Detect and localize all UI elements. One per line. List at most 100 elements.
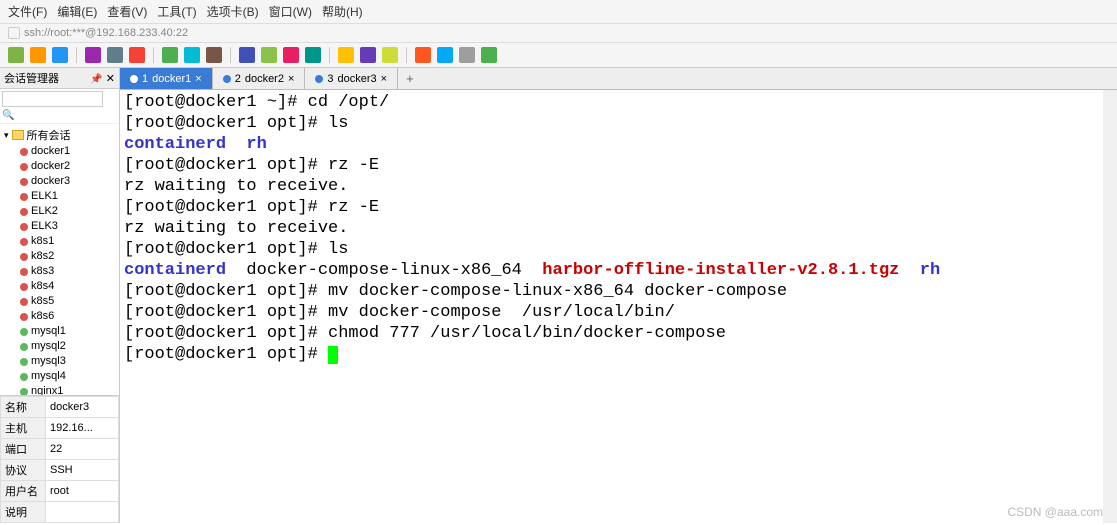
toolbar-button-14[interactable] <box>360 47 376 63</box>
sidebar-item-k8s6[interactable]: k8s6 <box>2 309 117 324</box>
tab-close-icon[interactable]: × <box>381 73 387 85</box>
sidebar-item-docker3[interactable]: docker3 <box>2 174 117 189</box>
sidebar-item-mysql2[interactable]: mysql2 <box>2 339 117 354</box>
menu-tools[interactable]: 工具(T) <box>157 3 196 20</box>
status-dot-icon <box>20 148 28 156</box>
status-dot-icon <box>20 253 28 261</box>
sidebar-item-docker1[interactable]: docker1 <box>2 144 117 159</box>
terminal-line: [root@docker1 opt]# rz -E <box>124 197 1099 218</box>
toolbar-button-4[interactable] <box>107 47 123 63</box>
terminal-text: [root@docker1 opt]# <box>124 345 328 364</box>
status-dot-icon <box>20 193 28 201</box>
sidebar-item-label: nginx1 <box>31 384 63 395</box>
status-dot-icon <box>20 178 28 186</box>
menubar: 文件(F) 编辑(E) 查看(V) 工具(T) 选项卡(B) 窗口(W) 帮助(… <box>0 0 1117 24</box>
tab-label: docker2 <box>245 73 284 85</box>
terminal-text: containerd rh <box>124 135 267 154</box>
prop-row: 端口22 <box>1 439 119 460</box>
search-icon[interactable]: 🔍 <box>2 110 14 121</box>
sidebar-item-docker2[interactable]: docker2 <box>2 159 117 174</box>
menu-window[interactable]: 窗口(W) <box>269 3 312 20</box>
toolbar-button-8[interactable] <box>206 47 222 63</box>
toolbar-button-6[interactable] <box>162 47 178 63</box>
session-tree: ▾ 所有会话 docker1docker2docker3ELK1ELK2ELK3… <box>0 124 119 395</box>
toolbar-button-17[interactable] <box>437 47 453 63</box>
menu-tabs[interactable]: 选项卡(B) <box>207 3 259 20</box>
sidebar-item-k8s2[interactable]: k8s2 <box>2 249 117 264</box>
terminal-line: [root@docker1 opt]# rz -E <box>124 155 1099 176</box>
terminal-text: containerd <box>124 261 226 280</box>
terminal-line: [root@docker1 opt]# mv docker-compose-li… <box>124 281 1099 302</box>
menu-file[interactable]: 文件(F) <box>8 3 47 20</box>
sidebar-item-k8s3[interactable]: k8s3 <box>2 264 117 279</box>
sidebar-item-ELK2[interactable]: ELK2 <box>2 204 117 219</box>
status-dot-icon <box>20 238 28 246</box>
terminal-line: [root@docker1 ~]# cd /opt/ <box>124 92 1099 113</box>
toolbar-button-2[interactable] <box>52 47 68 63</box>
terminal-text: rh <box>920 261 940 280</box>
prop-key: 协议 <box>1 460 46 481</box>
sidebar-item-label: ELK3 <box>31 219 58 234</box>
terminal[interactable]: [root@docker1 ~]# cd /opt/ [root@docker1 … <box>120 90 1117 523</box>
menu-view[interactable]: 查看(V) <box>107 3 147 20</box>
new-tab-button[interactable]: + <box>398 71 422 86</box>
toolbar-button-9[interactable] <box>239 47 255 63</box>
toolbar-button-15[interactable] <box>382 47 398 63</box>
pin-icon[interactable]: 📌 <box>90 74 102 85</box>
sidebar-filter-input[interactable] <box>2 91 103 107</box>
sidebar-item-k8s1[interactable]: k8s1 <box>2 234 117 249</box>
status-dot-icon <box>20 268 28 276</box>
prop-value: 22 <box>46 439 119 460</box>
toolbar-separator <box>406 47 407 63</box>
toolbar-button-5[interactable] <box>129 47 145 63</box>
folder-icon <box>12 130 24 140</box>
tab-close-icon[interactable]: × <box>288 73 294 85</box>
sidebar-item-ELK3[interactable]: ELK3 <box>2 219 117 234</box>
status-dot-icon <box>20 208 28 216</box>
close-icon[interactable]: ✕ <box>106 73 115 85</box>
sidebar-item-mysql4[interactable]: mysql4 <box>2 369 117 384</box>
toolbar-separator <box>153 47 154 63</box>
status-dot-icon <box>20 388 28 396</box>
toolbar-button-16[interactable] <box>415 47 431 63</box>
menu-edit[interactable]: 编辑(E) <box>57 3 97 20</box>
prop-value: root <box>46 481 119 502</box>
status-text: ssh://root:***@192.168.233.40:22 <box>24 27 188 39</box>
terminal-line: rz waiting to receive. <box>124 218 1099 239</box>
tab-docker3[interactable]: 3docker3× <box>305 68 398 89</box>
toolbar-button-11[interactable] <box>283 47 299 63</box>
toolbar-button-13[interactable] <box>338 47 354 63</box>
tab-label: docker1 <box>152 73 191 85</box>
sidebar-item-k8s4[interactable]: k8s4 <box>2 279 117 294</box>
terminal-text: [root@docker1 opt]# mv docker-compose-li… <box>124 282 787 301</box>
sidebar-item-mysql1[interactable]: mysql1 <box>2 324 117 339</box>
sidebar-item-nginx1[interactable]: nginx1 <box>2 384 117 395</box>
tree-root[interactable]: ▾ 所有会话 <box>2 126 117 144</box>
sidebar-item-label: k8s3 <box>31 264 54 279</box>
sidebar-item-mysql3[interactable]: mysql3 <box>2 354 117 369</box>
sidebar-item-label: mysql3 <box>31 354 66 369</box>
status-dot-icon <box>20 298 28 306</box>
toolbar-button-12[interactable] <box>305 47 321 63</box>
prop-row: 用户名root <box>1 481 119 502</box>
toolbar-button-3[interactable] <box>85 47 101 63</box>
toolbar-button-0[interactable] <box>8 47 24 63</box>
terminal-text: [root@docker1 opt]# ls <box>124 114 348 133</box>
toolbar-button-18[interactable] <box>459 47 475 63</box>
property-grid: 名称docker3主机192.16...端口22协议SSH用户名root说明 <box>0 395 119 523</box>
toolbar-button-10[interactable] <box>261 47 277 63</box>
tab-docker1[interactable]: 1docker1× <box>120 68 213 89</box>
toolbar-button-19[interactable] <box>481 47 497 63</box>
sidebar-item-k8s5[interactable]: k8s5 <box>2 294 117 309</box>
terminal-text: [root@docker1 ~]# cd /opt/ <box>124 93 389 112</box>
tab-docker2[interactable]: 2docker2× <box>213 68 306 89</box>
tab-close-icon[interactable]: × <box>195 73 201 85</box>
terminal-text: [root@docker1 opt]# rz -E <box>124 156 379 175</box>
status-dot-icon <box>20 283 28 291</box>
sidebar-item-ELK1[interactable]: ELK1 <box>2 189 117 204</box>
toolbar-button-1[interactable] <box>30 47 46 63</box>
menu-help[interactable]: 帮助(H) <box>322 3 363 20</box>
terminal-line: [root@docker1 opt]# <box>124 344 1099 365</box>
toolbar-button-7[interactable] <box>184 47 200 63</box>
terminal-text <box>899 261 919 280</box>
